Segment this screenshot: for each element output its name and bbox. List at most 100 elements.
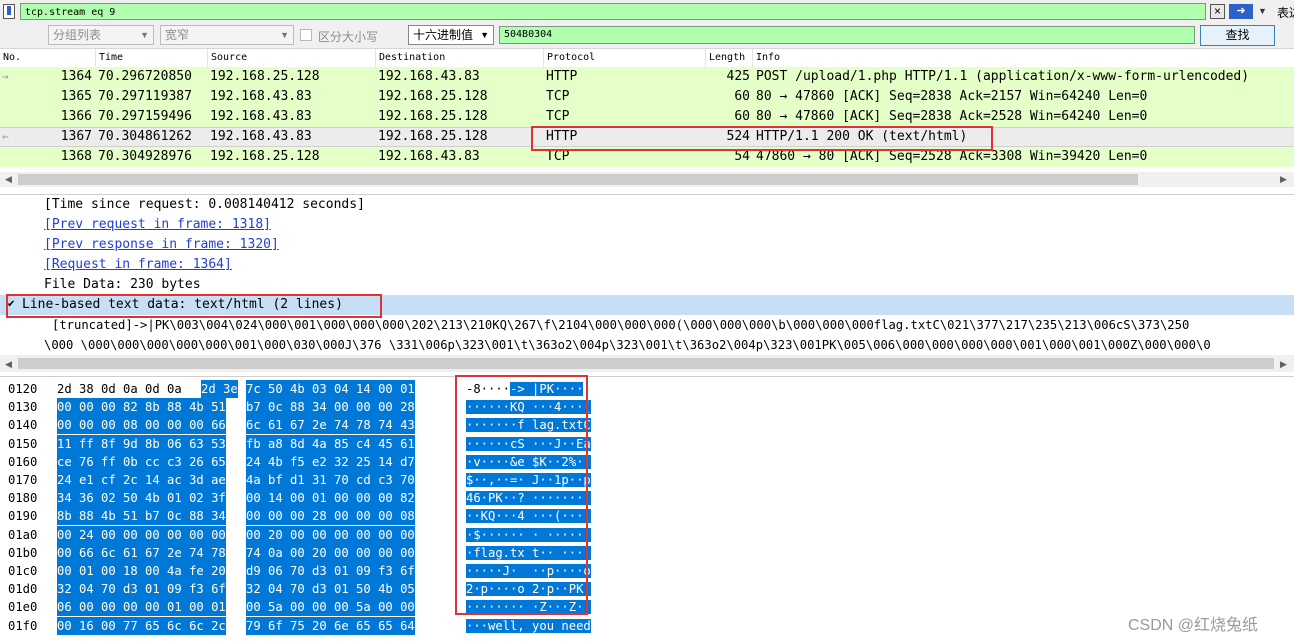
scroll-right-icon[interactable]: ▶ xyxy=(1280,174,1287,185)
hex-bytes-selected: 6c 61 67 2e 74 78 74 43 xyxy=(246,416,415,435)
hex-offset: 0170 xyxy=(8,473,38,487)
prev-response-link[interactable]: [Prev response in frame: 1320] xyxy=(44,235,279,255)
ascii-selected: ·v····&e xyxy=(466,454,525,469)
column-header-time[interactable]: Time xyxy=(96,49,208,67)
column-header-destination[interactable]: Destination xyxy=(376,49,544,67)
ascii-text: ···well, you need xyxy=(466,617,591,635)
scroll-left-icon[interactable]: ◀ xyxy=(5,174,12,185)
search-value-input[interactable]: 504B0304 xyxy=(499,26,1195,44)
column-header-length[interactable]: Length xyxy=(706,49,753,67)
ascii-selected: t·· ···· xyxy=(524,545,591,560)
packet-list-header: No. Time Source Destination Protocol Len… xyxy=(0,49,1294,68)
column-header-source[interactable]: Source xyxy=(208,49,376,67)
hex-offset: 0160 xyxy=(8,454,38,469)
packet-row-selected[interactable]: ← 1367 70.304861262 192.168.43.83 192.16… xyxy=(0,127,1294,147)
hex-bytes-selected: 00 14 00 01 00 00 00 82 xyxy=(246,489,415,508)
packet-time: 70.297159496 xyxy=(98,109,192,124)
packet-row[interactable]: → 1364 70.296720850 192.168.25.128 192.1… xyxy=(0,67,1294,87)
column-header-no[interactable]: No. xyxy=(0,49,96,67)
hex-row[interactable]: 01e0 06 00 00 00 00 01 00 01 00 5a 00 00 0… xyxy=(0,598,1294,617)
details-scrollbar[interactable]: ◀ ▶ xyxy=(0,355,1294,372)
ascii-selected: ···well, xyxy=(466,618,525,633)
ascii-text: $··,··=· J··1p··p xyxy=(466,471,591,489)
expression-button[interactable]: 表达 xyxy=(1277,4,1294,21)
hex-bytes-selected: 24 4b f5 e2 32 25 14 d7 xyxy=(246,452,415,471)
packet-source: 192.168.43.83 xyxy=(210,109,312,124)
ascii-selected: lag.txtC xyxy=(524,418,591,433)
packet-destination: 192.168.25.128 xyxy=(378,129,488,144)
hex-row[interactable]: 0150 11 ff 8f 9d 8b 06 63 53 fb a8 8d 4a 8… xyxy=(0,434,1294,453)
hex-row[interactable]: 0140 00 00 00 08 00 00 00 66 6c 61 67 2e 7… xyxy=(0,416,1294,435)
scrollbar-thumb[interactable] xyxy=(18,358,1274,369)
packet-length: 60 xyxy=(734,89,750,104)
ascii-selected: $K··2%·· xyxy=(524,454,591,469)
ascii-selected: ···(···· xyxy=(524,509,591,524)
column-header-info[interactable]: Info xyxy=(753,49,1294,67)
packet-info: POST /upload/1.php HTTP/1.1 (application… xyxy=(756,69,1250,84)
hex-row[interactable]: 01f0 00 16 00 77 65 6c 6c 2c 79 6f 75 20 6… xyxy=(0,616,1294,635)
packet-row[interactable]: 1368 70.304928976 192.168.25.128 192.168… xyxy=(0,147,1294,167)
packet-source: 192.168.25.128 xyxy=(210,149,320,164)
packet-source: 192.168.25.128 xyxy=(210,69,320,84)
packet-destination: 192.168.25.128 xyxy=(378,109,488,124)
hex-bytes-selected: 7c 50 4b 03 04 14 00 01 xyxy=(246,380,415,398)
search-in-combo[interactable]: 分组列表 ▼ xyxy=(48,25,154,45)
hex-bytes-selected: 00 20 00 00 00 00 00 00 xyxy=(246,525,415,544)
display-filter-input[interactable]: tcp.stream eq 9 xyxy=(20,3,1206,20)
hex-offset: 0180 xyxy=(8,491,38,506)
apply-filter-arrow-icon[interactable]: ➜ xyxy=(1229,4,1253,19)
find-button[interactable]: 查找 xyxy=(1200,25,1275,46)
hex-bytes-selected: 00 00 00 28 00 00 00 08 xyxy=(246,507,415,526)
packet-length: 524 xyxy=(726,129,750,144)
ascii-text: ·····J· ··p····o xyxy=(466,562,591,580)
hex-row[interactable]: 01a0 00 24 00 00 00 00 00 00 00 20 00 00 0… xyxy=(0,525,1294,544)
hex-row[interactable]: 0120 2d 38 0d 0a 0d 0a 2d 3e 7c 50 4b 03 04… xyxy=(0,380,1294,398)
packet-row[interactable]: 1366 70.297159496 192.168.43.83 192.168.… xyxy=(0,107,1294,127)
hex-row[interactable]: 0180 34 36 02 50 4b 01 02 3f 00 14 00 01 0… xyxy=(0,489,1294,508)
bookmark-icon[interactable] xyxy=(3,4,15,19)
clear-filter-icon[interactable]: × xyxy=(1210,4,1225,19)
time-since-request: [Time since request: 0.008140412 seconds… xyxy=(44,197,365,212)
scroll-left-icon[interactable]: ◀ xyxy=(5,359,12,370)
ascii-text: 46·PK··? ········ xyxy=(466,489,591,507)
hex-offset: 01e0 xyxy=(8,600,38,615)
hex-offset: 01c0 xyxy=(8,564,38,578)
search-type-value: 十六进制值 xyxy=(413,28,474,42)
packet-no: 1368 xyxy=(60,149,92,164)
related-packet-icon: → xyxy=(2,70,9,83)
charset-combo[interactable]: 宽窄 ▼ xyxy=(160,25,294,45)
ascii-text: -8····-> |PK···· xyxy=(466,380,584,398)
hex-row[interactable]: 0170 24 e1 cf 2c 14 ac 3d ae 4a bf d1 31 7… xyxy=(0,471,1294,489)
chevron-down-icon[interactable]: ✔ xyxy=(7,299,15,310)
ascii-selected: ·Z···Z·· xyxy=(524,600,591,615)
packet-list-scrollbar[interactable]: ◀ ▶ xyxy=(0,172,1294,187)
ascii-selected: 2·p··PK· xyxy=(524,582,591,597)
scroll-right-icon[interactable]: ▶ xyxy=(1280,359,1287,370)
hex-row[interactable]: 0160 ce 76 ff 0b cc c3 26 65 24 4b f5 e2 3… xyxy=(0,452,1294,471)
packet-time: 70.304928976 xyxy=(98,149,192,164)
line-based-text-data-node[interactable]: ✔ Line-based text data: text/html (2 lin… xyxy=(0,295,1294,315)
hex-row[interactable]: 0190 8b 88 4b 51 b7 0c 88 34 00 00 00 28 0… xyxy=(0,507,1294,526)
filter-history-dropdown-icon[interactable]: ▼ xyxy=(1256,4,1269,19)
case-sensitive-checkbox[interactable] xyxy=(300,29,312,41)
column-header-protocol[interactable]: Protocol xyxy=(544,49,706,67)
packet-info: 80 → 47860 [ACK] Seq=2838 Ack=2528 Win=6… xyxy=(756,109,1148,124)
request-in-frame-link[interactable]: [Request in frame: 1364] xyxy=(44,255,232,275)
hex-row[interactable]: 01b0 00 66 6c 61 67 2e 74 78 74 0a 00 20 0… xyxy=(0,543,1294,562)
hex-row[interactable]: 01d0 32 04 70 d3 01 09 f3 6f 32 04 70 d3 0… xyxy=(0,580,1294,599)
hex-bytes-selected: 00 16 00 77 65 6c 6c 2c xyxy=(57,616,226,635)
hex-bytes-selected: 00 5a 00 00 00 5a 00 00 xyxy=(246,598,415,617)
packet-row[interactable]: 1365 70.297119387 192.168.43.83 192.168.… xyxy=(0,87,1294,107)
scrollbar-thumb[interactable] xyxy=(18,174,1138,185)
ascii-text: ······KQ ···4···( xyxy=(466,398,591,416)
hex-row[interactable]: 01c0 00 01 00 18 00 4a fe 20 d9 06 70 d3 0… xyxy=(0,562,1294,580)
hex-row[interactable]: 0130 00 00 00 82 8b 88 4b 51 b7 0c 88 34 0… xyxy=(0,398,1294,417)
related-packet-icon: ← xyxy=(2,130,9,143)
packet-protocol: TCP xyxy=(546,149,570,164)
ascii-text: ·······f lag.txtC xyxy=(466,416,591,434)
packet-no: 1364 xyxy=(60,69,92,84)
prev-request-link[interactable]: [Prev request in frame: 1318] xyxy=(44,215,271,235)
search-type-combo[interactable]: 十六进制值 ▼ xyxy=(408,25,494,45)
hex-bytes-selected: ce 76 ff 0b cc c3 26 65 xyxy=(57,452,226,471)
hex-bytes-selected: d9 06 70 d3 01 09 f3 6f xyxy=(246,562,415,580)
